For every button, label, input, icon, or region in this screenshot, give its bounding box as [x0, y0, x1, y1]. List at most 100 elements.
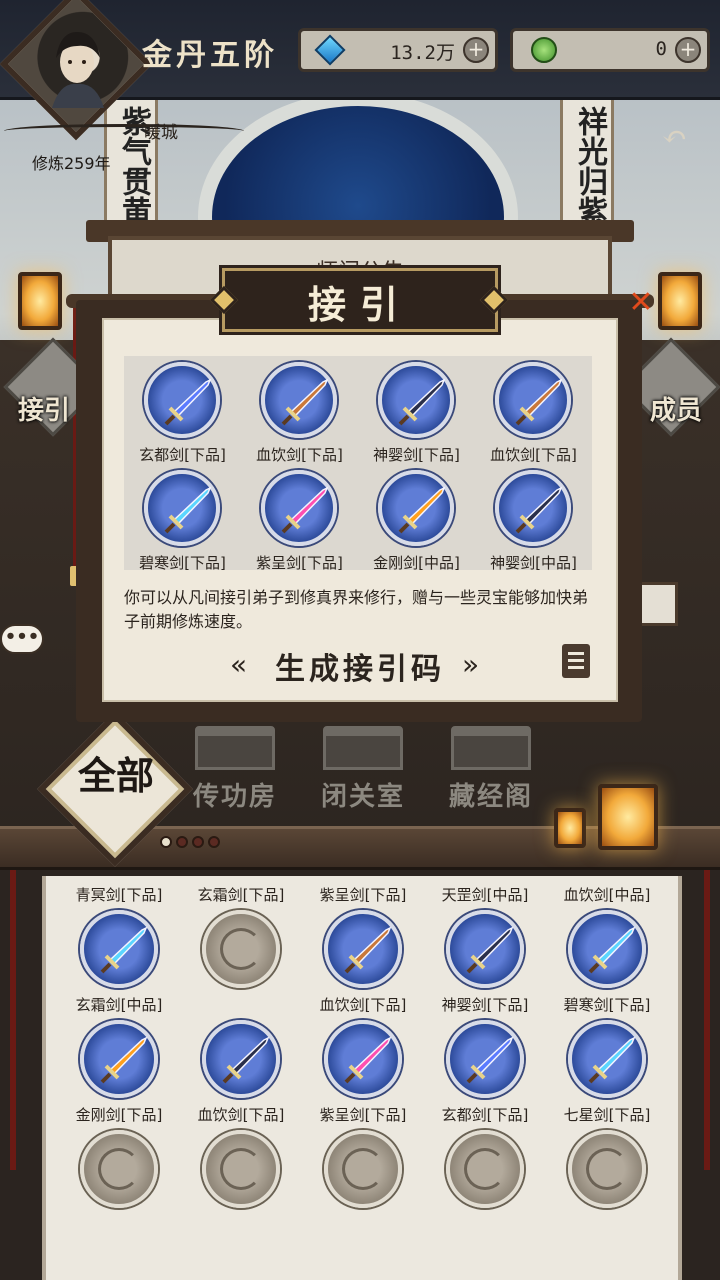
cloud-swirl-icon [98, 1148, 140, 1190]
empty-slot-disc [568, 1130, 646, 1208]
item-disc [495, 470, 571, 546]
sword-icon [100, 926, 148, 974]
inventory-item[interactable]: 紫呈剑[下品] [302, 884, 424, 992]
sword-icon [222, 1036, 270, 1084]
cultivation-years: 修炼259年 [32, 154, 111, 173]
inventory-item[interactable]: 紫呈剑[下品] [302, 1104, 424, 1212]
avatar-portrait-icon [52, 32, 104, 108]
inventory-item-label: 玄霜剑[下品] [197, 886, 285, 904]
cloud-swirl-icon [220, 1148, 262, 1190]
cultivation-level: 金丹五阶 [142, 38, 278, 73]
building-label: 传功房 [192, 782, 277, 812]
sword-icon [164, 486, 212, 534]
sword-icon [466, 926, 514, 974]
item-disc [261, 470, 337, 546]
inventory-item-label: 玄都剑[下品] [441, 1106, 529, 1124]
reward-item[interactable]: 玄都剑[下品] [124, 356, 241, 464]
inventory-item-label: 血饮剑[中品] [563, 886, 651, 904]
page-dot [160, 836, 172, 848]
reward-label: 血饮剑[下品] [256, 446, 343, 464]
reward-item[interactable]: 碧寒剑[下品] [124, 464, 241, 572]
item-disc [378, 470, 454, 546]
inventory-item[interactable]: 七星剑[下品] [546, 1104, 668, 1212]
empty-slot-disc [324, 1130, 402, 1208]
item-disc [568, 1020, 646, 1098]
empty-slot-disc [80, 1130, 158, 1208]
reward-item[interactable]: 血饮剑[下品] [475, 356, 592, 464]
inventory-item[interactable]: 碧寒剑[下品] [546, 994, 668, 1102]
sword-icon [588, 1036, 636, 1084]
jade-value: 0 [655, 38, 667, 60]
sword-icon [164, 378, 212, 426]
recruit-side-button[interactable]: 接引 [10, 390, 78, 450]
inventory-item[interactable]: 玄都剑[下品] [424, 1104, 546, 1212]
building-label: 闭关室 [320, 782, 405, 812]
sword-icon [588, 926, 636, 974]
close-icon[interactable]: ✕ [626, 288, 656, 318]
sword-icon [398, 378, 446, 426]
cloud-swirl-icon [342, 1148, 384, 1190]
inventory-item-label: 血饮剑[下品] [319, 996, 407, 1014]
reward-item[interactable]: 神婴剑[下品] [358, 356, 475, 464]
pavilion-icon [195, 726, 275, 770]
cloud-swirl-icon [586, 1148, 628, 1190]
inventory-item[interactable]: 天罡剑[中品] [424, 884, 546, 992]
inventory-item[interactable]: 金刚剑[下品] [58, 1104, 180, 1212]
reward-label: 碧寒剑[下品] [139, 554, 226, 572]
inventory-item[interactable]: 玄霜剑[中品] [58, 994, 180, 1102]
inventory-item[interactable]: 玄霜剑[下品] [180, 884, 302, 992]
item-disc [446, 1020, 524, 1098]
reward-label: 神婴剑[下品] [373, 446, 460, 464]
lantern-icon [658, 272, 702, 330]
item-disc [80, 910, 158, 988]
add-spirit-stone-button[interactable]: + [463, 37, 489, 63]
reward-item[interactable]: 血饮剑[下品] [241, 356, 358, 464]
members-side-button[interactable]: 成员 [642, 390, 710, 450]
reward-label: 神婴剑[中品] [490, 554, 577, 572]
inventory-item[interactable]: 血饮剑[下品] [180, 1104, 302, 1212]
item-disc [261, 362, 337, 438]
back-arrow-icon[interactable]: ↶ [662, 120, 687, 155]
chat-bubble-button[interactable]: ••• [0, 624, 44, 654]
cloud-swirl-icon [464, 1148, 506, 1190]
item-disc [144, 470, 220, 546]
add-jade-button[interactable]: + [675, 37, 701, 63]
inventory-item-label: 紫呈剑[下品] [319, 1106, 407, 1124]
ink-stroke [4, 124, 244, 138]
item-disc [144, 362, 220, 438]
reward-label: 玄都剑[下品] [139, 446, 226, 464]
reward-item[interactable]: 金刚剑[中品] [358, 464, 475, 572]
building-transmission-hall[interactable]: 传功房 [180, 726, 290, 816]
inventory-item[interactable]: 青冥剑[下品] [58, 884, 180, 992]
inventory-item[interactable]: 血饮剑[下品] [302, 994, 424, 1102]
inventory-item-label: 碧寒剑[下品] [563, 996, 651, 1014]
reward-label: 金刚剑[中品] [373, 554, 460, 572]
inventory-grid: 青冥剑[下品] 玄霜剑[下品] 紫呈剑[下品] 天罡剑[中品] 血饮剑[中品] 玄霜剑[中… [42, 876, 682, 1280]
page-indicator [160, 836, 220, 848]
building-scripture-pavilion[interactable]: 藏经阁 [436, 726, 546, 816]
pavilion-icon [323, 726, 403, 770]
inventory-rail-left [10, 870, 16, 1170]
inventory-item[interactable]: 血饮剑[中品] [546, 884, 668, 992]
inventory-item-label: 青冥剑[下品] [75, 886, 163, 904]
inventory-item[interactable]: 神婴剑[下品] [424, 994, 546, 1102]
recruit-modal-title: 接引 [307, 282, 412, 327]
empty-slot-disc [202, 1130, 280, 1208]
item-disc [80, 1020, 158, 1098]
building-seclusion-room[interactable]: 闭关室 [308, 726, 418, 816]
reward-item[interactable]: 紫呈剑[下品] [241, 464, 358, 572]
item-disc [378, 362, 454, 438]
item-disc [495, 362, 571, 438]
empty-slot-disc [446, 1130, 524, 1208]
inventory-item[interactable] [180, 994, 302, 1102]
document-icon[interactable] [562, 644, 590, 678]
sword-icon [344, 1036, 392, 1084]
city-name: 暖城 [144, 123, 178, 143]
reward-item[interactable]: 神婴剑[中品] [475, 464, 592, 572]
jade-icon [531, 37, 557, 63]
reward-label: 血饮剑[下品] [490, 446, 577, 464]
inventory-item-label: 金刚剑[下品] [75, 1106, 163, 1124]
cloud-swirl-icon [220, 928, 262, 970]
generate-recruit-code-button[interactable]: 生成接引码 [232, 644, 488, 687]
page-dot [176, 836, 188, 848]
